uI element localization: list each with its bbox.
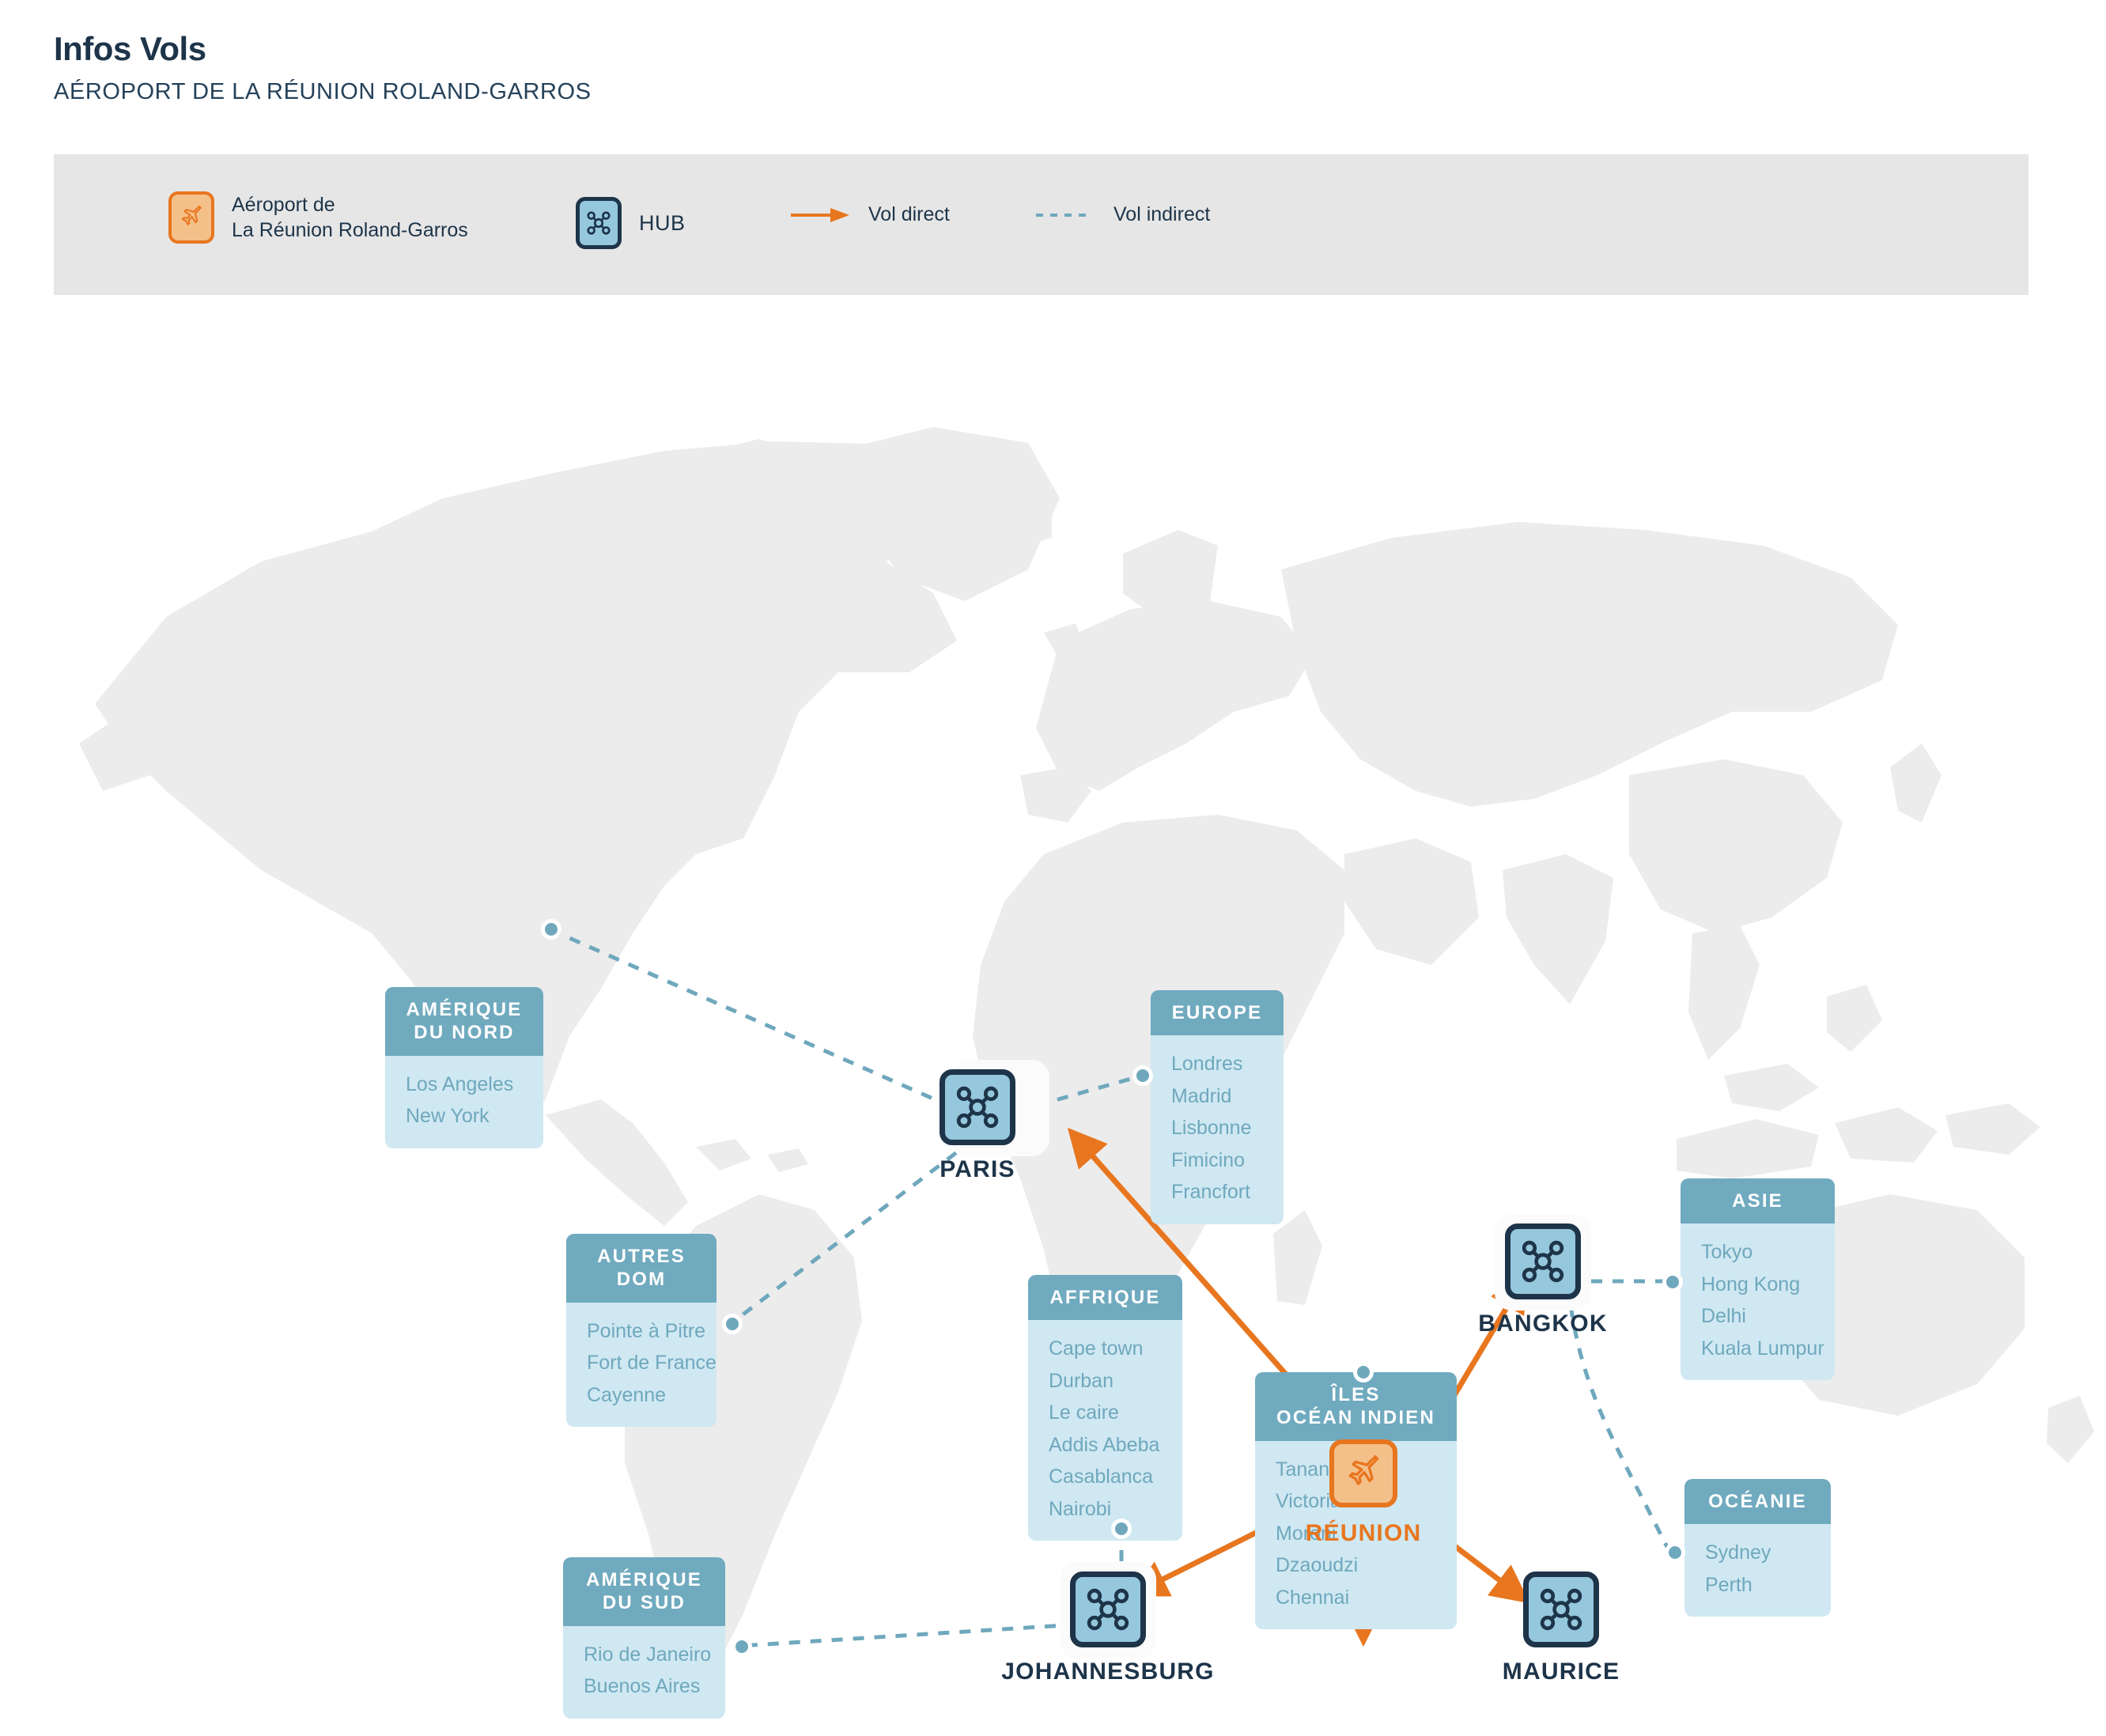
region-title-europe: EUROPE <box>1151 990 1284 1035</box>
region-cities-amerique-du-nord: Los Angeles New York <box>385 1056 543 1148</box>
legend-direct-label: Vol direct <box>868 203 950 226</box>
hub-marker-paris[interactable]: PARIS <box>859 1069 1096 1183</box>
page-title: Infos Vols <box>54 30 1477 68</box>
region-title-oceanie: OCÉANIE <box>1684 1479 1831 1524</box>
city-item: Casablanca <box>1049 1461 1162 1493</box>
city-item: Cape town <box>1049 1333 1162 1365</box>
legend-item-indirect: Vol indirect <box>1034 203 1210 226</box>
connector-dot-oceanie <box>1665 1542 1685 1563</box>
region-card-autres-dom[interactable]: AUTRES DOM Pointe à Pitre Fort de France… <box>566 1234 716 1427</box>
city-item: Sydney <box>1705 1537 1810 1569</box>
city-item: Nairobi <box>1049 1493 1162 1526</box>
region-title-iles-ocean-indien: ÎLES OCÉAN INDIEN <box>1255 1372 1457 1441</box>
connector-dot-amerique-du-sud <box>732 1636 752 1657</box>
city-item: Addis Abeba <box>1049 1429 1162 1462</box>
legend-item-airport: Aéroport de La Réunion Roland-Garros <box>168 191 468 244</box>
city-item: Pointe à Pitre <box>587 1315 696 1348</box>
legend-item-direct: Vol direct <box>789 203 950 226</box>
solid-arrow-glyph <box>789 206 851 225</box>
legend-hub-label: HUB <box>639 210 686 237</box>
region-title-amerique-du-nord: AMÉRIQUE DU NORD <box>385 987 543 1056</box>
city-item: New York <box>406 1100 523 1133</box>
origin-label-reunion: RÉUNION <box>1245 1520 1482 1547</box>
page-subtitle: AÉROPORT DE LA RÉUNION ROLAND-GARROS <box>54 79 1477 105</box>
hub-label-johannesburg: JOHANNESBURG <box>989 1658 1227 1685</box>
region-card-amerique-du-sud[interactable]: AMÉRIQUE DU SUD Rio de Janeiro Buenos Ai… <box>563 1557 725 1719</box>
world-map: AMÉRIQUE DU NORD Los Angeles New York EU… <box>0 301 2106 1736</box>
city-item: Perth <box>1705 1569 1810 1602</box>
hub-network-glyph <box>1537 1585 1586 1634</box>
legend-airport-label: Aéroport de La Réunion Roland-Garros <box>232 192 468 243</box>
airplane-icon <box>1329 1439 1397 1507</box>
hub-label-maurice: MAURICE <box>1442 1658 1680 1685</box>
hub-network-icon <box>1070 1571 1146 1647</box>
hub-label-paris: PARIS <box>859 1156 1096 1183</box>
hub-network-glyph <box>585 210 612 236</box>
city-item: Durban <box>1049 1365 1162 1397</box>
region-card-amerique-du-nord[interactable]: AMÉRIQUE DU NORD Los Angeles New York <box>385 987 543 1148</box>
hub-label-bangkok: BANGKOK <box>1424 1311 1662 1337</box>
region-cities-affrique: Cape town Durban Le caire Addis Abeba Ca… <box>1028 1320 1182 1541</box>
city-item: Londres <box>1171 1048 1263 1080</box>
airplane-glyph <box>177 203 206 232</box>
region-cities-europe: Londres Madrid Lisbonne Fimicino Francfo… <box>1151 1035 1284 1224</box>
airplane-glyph <box>1342 1452 1385 1495</box>
region-cities-autres-dom: Pointe à Pitre Fort de France Cayenne <box>566 1303 716 1428</box>
region-card-asie[interactable]: ASIE Tokyo Hong Kong Delhi Kuala Lumpur <box>1681 1178 1835 1380</box>
region-card-affrique[interactable]: AFFRIQUE Cape town Durban Le caire Addis… <box>1028 1275 1182 1541</box>
city-item: Hong Kong <box>1701 1269 1814 1301</box>
city-item: Buenos Aires <box>584 1670 705 1703</box>
city-item: Francfort <box>1171 1176 1263 1208</box>
region-title-affrique: AFFRIQUE <box>1028 1275 1182 1320</box>
city-item: Fort de France <box>587 1347 696 1379</box>
hub-network-glyph <box>1518 1237 1567 1286</box>
dashed-line-icon <box>1034 206 1096 225</box>
connector-dot-asie <box>1662 1272 1683 1292</box>
city-item: Madrid <box>1171 1080 1263 1113</box>
dashed-line-glyph <box>1034 206 1096 225</box>
region-title-amerique-du-sud: AMÉRIQUE DU SUD <box>563 1557 725 1626</box>
page-header: Infos Vols AÉROPORT DE LA RÉUNION ROLAND… <box>54 30 1477 105</box>
connector-dot-affrique <box>1111 1519 1132 1539</box>
solid-arrow-icon <box>789 206 851 225</box>
hub-marker-bangkok[interactable]: BANGKOK <box>1424 1224 1662 1337</box>
city-item: Rio de Janeiro <box>584 1639 705 1671</box>
connector-dot-autres-dom <box>722 1314 743 1334</box>
connector-dot-amerique-du-nord <box>541 919 561 940</box>
hub-network-icon <box>940 1069 1015 1145</box>
city-item: Lisbonne <box>1171 1112 1263 1144</box>
hub-network-icon <box>1505 1224 1581 1299</box>
origin-marker-reunion[interactable]: RÉUNION <box>1245 1439 1482 1547</box>
connector-dot-europe <box>1132 1065 1153 1086</box>
region-cities-asie: Tokyo Hong Kong Delhi Kuala Lumpur <box>1681 1224 1835 1380</box>
city-item: Cayenne <box>587 1379 696 1412</box>
region-card-europe[interactable]: EUROPE Londres Madrid Lisbonne Fimicino … <box>1151 990 1284 1224</box>
legend-panel: Aéroport de La Réunion Roland-Garros HUB <box>54 154 2028 295</box>
airplane-icon <box>168 191 214 244</box>
connector-dot-iles-ocean-indien <box>1353 1362 1374 1382</box>
city-item: Le caire <box>1049 1397 1162 1429</box>
city-item: Fimicino <box>1171 1144 1263 1177</box>
city-item: Dzaoudzi <box>1276 1549 1436 1582</box>
city-item: Los Angeles <box>406 1068 523 1101</box>
city-item: Kuala Lumpur <box>1701 1333 1814 1365</box>
city-item: Tokyo <box>1701 1236 1814 1269</box>
legend-indirect-label: Vol indirect <box>1113 203 1210 226</box>
region-title-asie: ASIE <box>1681 1178 1835 1224</box>
city-item: Delhi <box>1701 1300 1814 1333</box>
hub-marker-maurice[interactable]: MAURICE <box>1442 1571 1680 1685</box>
region-cities-amerique-du-sud: Rio de Janeiro Buenos Aires <box>563 1626 725 1719</box>
region-title-autres-dom: AUTRES DOM <box>566 1234 716 1303</box>
hub-network-glyph <box>953 1083 1002 1132</box>
region-cities-oceanie: Sydney Perth <box>1684 1524 1831 1617</box>
hub-marker-johannesburg[interactable]: JOHANNESBURG <box>989 1571 1227 1685</box>
hub-network-glyph <box>1083 1585 1132 1634</box>
legend-item-hub: HUB <box>576 197 686 249</box>
region-card-oceanie[interactable]: OCÉANIE Sydney Perth <box>1684 1479 1831 1617</box>
hub-network-icon <box>576 197 622 249</box>
hub-network-icon <box>1523 1571 1599 1647</box>
city-item: Chennai <box>1276 1582 1436 1614</box>
